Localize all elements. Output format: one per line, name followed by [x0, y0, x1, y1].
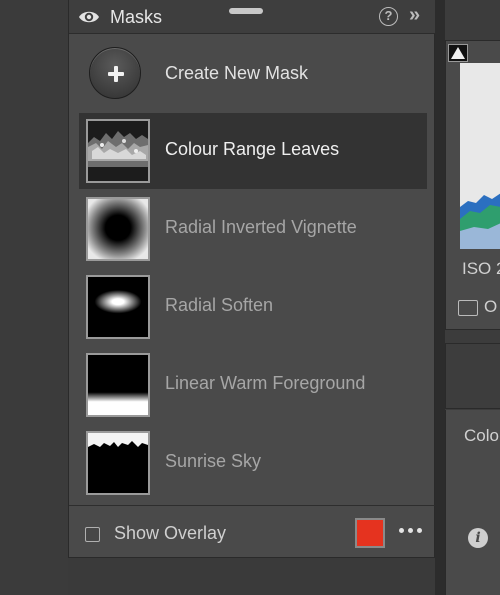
histogram-panel: ISO 2 O — [445, 40, 500, 330]
show-overlay-checkbox[interactable] — [85, 527, 100, 542]
original-photo-label: O — [484, 297, 498, 316]
linear-gradient-mask-thumbnail-icon — [86, 353, 150, 417]
mask-label: Linear Warm Foreground — [165, 373, 366, 393]
properties-title: Colo — [464, 426, 499, 445]
mask-label: Radial Inverted Vignette — [165, 217, 357, 237]
mask-label: Colour Range Leaves — [165, 139, 340, 159]
mask-label: Sunrise Sky — [165, 451, 262, 471]
mask-item-radial-inverted-vignette[interactable]: Radial Inverted Vignette — [79, 191, 427, 267]
iso-readout: ISO 2 — [462, 259, 500, 278]
masks-panel: Masks ? » Create New Mask Colour Range L… — [68, 0, 435, 558]
mask-item-colour-range-leaves[interactable]: Colour Range Leaves — [79, 113, 427, 189]
masks-footer: Show Overlay — [69, 505, 435, 557]
panel-divider — [435, 0, 445, 595]
tools-strip — [445, 343, 500, 409]
radial-mask-thumbnail-icon — [86, 275, 150, 339]
info-icon[interactable]: i — [468, 528, 488, 548]
highlight-clipping-icon[interactable] — [448, 44, 468, 62]
mask-properties-panel: Colo i — [445, 410, 500, 595]
more-options-icon[interactable] — [399, 528, 423, 536]
original-photo-checkbox[interactable] — [458, 300, 478, 316]
inverted-vignette-mask-thumbnail-icon — [86, 197, 150, 261]
overlay-color-swatch[interactable] — [355, 518, 385, 548]
sky-mask-thumbnail-icon — [86, 431, 150, 495]
mask-item-linear-warm-foreground[interactable]: Linear Warm Foreground — [79, 347, 427, 423]
panel-title: Masks — [110, 7, 163, 27]
histogram-graph — [460, 63, 500, 249]
plus-icon[interactable] — [89, 47, 141, 99]
mask-item-radial-soften[interactable]: Radial Soften — [79, 269, 427, 345]
collapse-panel-icon[interactable]: » — [409, 4, 420, 27]
leaves-mask-thumbnail-icon — [86, 119, 150, 183]
mask-item-sunrise-sky[interactable]: Sunrise Sky — [79, 425, 427, 501]
workspace-left — [0, 0, 68, 595]
masks-panel-header[interactable]: Masks ? » — [69, 0, 435, 34]
help-icon[interactable]: ? — [379, 7, 398, 26]
drag-handle[interactable] — [229, 8, 263, 14]
create-new-mask-button[interactable]: Create New Mask — [69, 45, 435, 103]
eye-icon[interactable] — [78, 9, 100, 25]
mask-label: Radial Soften — [165, 295, 274, 315]
show-overlay-label[interactable]: Show Overlay — [114, 523, 226, 544]
create-new-mask-label: Create New Mask — [165, 63, 309, 83]
